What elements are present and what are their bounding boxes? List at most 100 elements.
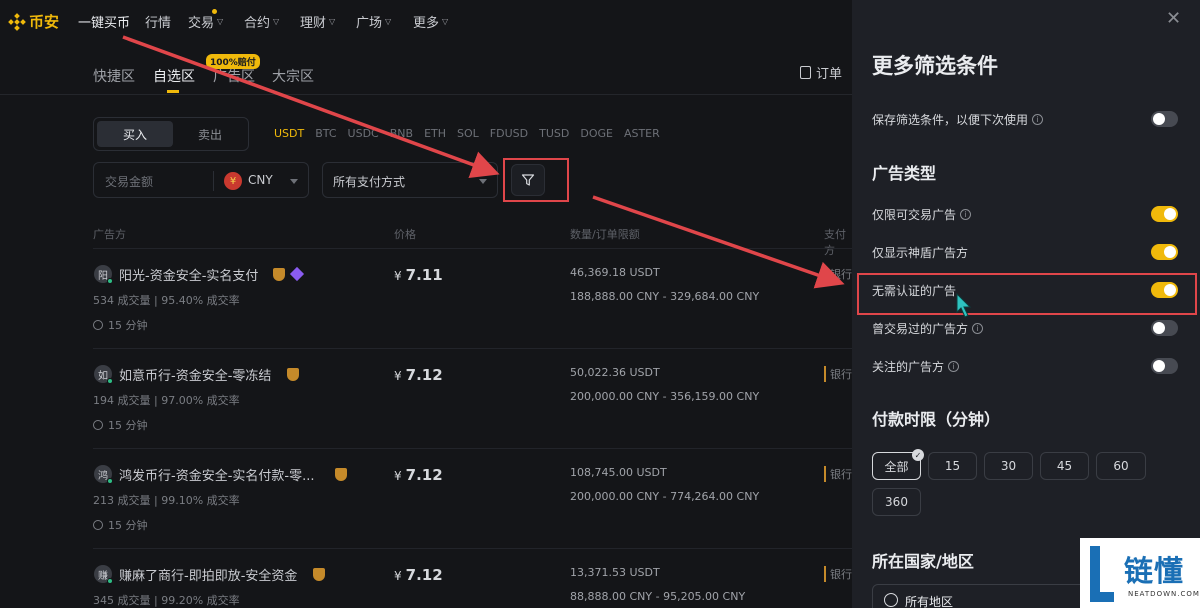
save-filter-toggle[interactable]	[1151, 111, 1178, 127]
avatar[interactable]: 如	[94, 365, 113, 384]
ad-type-heading: 广告类型	[872, 164, 937, 183]
payment-time-chip-all[interactable]: 全部 ✓	[872, 449, 924, 480]
advertiser-name[interactable]: 阳光-资金安全-实名支付	[119, 265, 258, 284]
tab-ads[interactable]: 广告区	[213, 66, 255, 86]
avatar[interactable]: 鸿	[94, 465, 113, 484]
price-value: 7.11	[405, 266, 443, 284]
amount-input[interactable]: 交易金额 ¥ CNY	[93, 162, 309, 198]
payment-time-chip-15[interactable]: 15	[928, 452, 977, 480]
tab-block[interactable]: 大宗区	[272, 66, 314, 86]
chevron-down-icon: ▽	[273, 17, 280, 26]
coin-aster[interactable]: ASTER	[624, 127, 660, 140]
payment-time-chip-360[interactable]: 360	[872, 488, 921, 516]
column-header-quantity: 数量/订单限额	[570, 228, 640, 241]
payment-time-chip-30[interactable]: 30	[984, 452, 1033, 480]
payment-method-value: 所有支付方式	[333, 175, 406, 189]
currency-symbol: ¥	[394, 569, 402, 583]
coin-eth[interactable]: ETH	[424, 127, 446, 140]
payment-method-tag: 银行	[824, 266, 852, 282]
info-icon[interactable]: i	[948, 361, 960, 372]
avatar[interactable]: 赚	[94, 565, 113, 584]
tab-p2p[interactable]: 自选区	[153, 66, 195, 86]
nav-item-more[interactable]: 更多 ▽	[413, 12, 448, 31]
advertiser-name[interactable]: 赚麻了商行-即拍即放-安全资金	[119, 565, 297, 584]
chevron-down-icon: ▽	[442, 17, 449, 26]
trade-count: 194 成交量	[93, 394, 151, 407]
column-header-payment: 支付方	[824, 228, 846, 257]
nav-item-earn[interactable]: 理财 ▽	[300, 12, 335, 31]
brand-name: 币安	[29, 13, 60, 31]
nav-item-buy-crypto[interactable]: 一键买币	[78, 12, 130, 31]
nav-item-square[interactable]: 广场 ▽	[356, 12, 391, 31]
clock-icon	[93, 320, 103, 330]
nav-item-trade[interactable]: 交易 ▽	[188, 12, 223, 31]
ad-limit: 188,888.00 CNY - 329,684.00 CNY	[570, 290, 760, 303]
amount-placeholder: 交易金额	[105, 175, 154, 189]
annotation-highlight-box	[503, 158, 569, 202]
ad-price: ¥7.12	[394, 566, 443, 584]
chevron-down-icon: ▽	[385, 17, 392, 26]
info-icon[interactable]: i	[1032, 114, 1044, 125]
region-select[interactable]: 所有地区	[872, 584, 1102, 608]
payment-method-select[interactable]: 所有支付方式	[322, 162, 498, 198]
coin-usdt[interactable]: USDT	[274, 127, 304, 140]
buy-button[interactable]: 买入	[97, 121, 173, 147]
trade-count: 345 成交量	[93, 594, 151, 607]
trade-count: 534 成交量	[93, 294, 151, 307]
toggle-followed[interactable]	[1151, 358, 1178, 374]
payment-time-heading: 付款时限（分钟）	[872, 410, 1001, 429]
region-value: 所有地区	[905, 595, 954, 608]
coin-fdusd[interactable]: FDUSD	[490, 127, 528, 140]
price-value: 7.12	[405, 366, 443, 384]
toggle-shield-only[interactable]	[1151, 244, 1178, 260]
payment-time: 15 分钟	[93, 417, 148, 433]
toggle-traded-before[interactable]	[1151, 320, 1178, 336]
payment-time-chip-60[interactable]: 60	[1096, 452, 1146, 480]
ad-quantity: 108,745.00 USDT	[570, 466, 667, 479]
ad-quantity: 50,022.36 USDT	[570, 366, 660, 379]
avatar[interactable]: 阳	[94, 265, 113, 284]
brand-logo[interactable]: 币安	[8, 11, 59, 32]
coin-btc[interactable]: BTC	[315, 127, 336, 140]
nav-label: 理财	[300, 16, 327, 31]
binance-logo-icon	[8, 12, 26, 31]
completion-rate: 99.10% 成交率	[161, 494, 240, 507]
toggle-tradable-only[interactable]	[1151, 206, 1178, 222]
coin-usdc[interactable]: USDC	[348, 127, 379, 140]
nav-item-futures[interactable]: 合约 ▽	[244, 12, 279, 31]
info-icon[interactable]: i	[972, 323, 984, 334]
buy-sell-toggle: 买入 卖出	[93, 117, 249, 151]
coin-doge[interactable]: DOGE	[580, 127, 613, 140]
payment-time: 15 分钟	[93, 317, 148, 333]
coin-tusd[interactable]: TUSD	[539, 127, 569, 140]
payment-method-tag: 银行	[824, 366, 852, 382]
toggle-knob	[1164, 246, 1176, 258]
advertiser-name[interactable]: 鸿发币行-资金安全-实名付款-零...	[119, 465, 314, 484]
chevron-down-icon: ▽	[329, 17, 336, 26]
tab-express[interactable]: 快捷区	[93, 66, 135, 86]
advertiser-stats: 194 成交量 | 97.00% 成交率	[93, 394, 240, 407]
column-header-price: 价格	[394, 228, 416, 241]
advertiser-name[interactable]: 如意币行-资金安全-零冻结	[119, 365, 271, 384]
coin-bnb[interactable]: BNB	[390, 127, 413, 140]
watermark-logo: 链懂 NEATDOWN.COM	[1080, 538, 1200, 608]
online-status-icon	[107, 278, 113, 284]
toggle-knob	[1164, 208, 1176, 220]
coin-selector: USDT BTC USDC BNB ETH SOL FDUSD TUSD DOG…	[274, 127, 671, 140]
currency-select[interactable]: CNY	[248, 173, 273, 187]
active-tab-indicator	[167, 90, 179, 93]
completion-rate: 95.40% 成交率	[161, 294, 240, 307]
payment-method-tag: 银行	[824, 466, 852, 482]
nav-item-markets[interactable]: 行情	[145, 12, 171, 31]
clock-icon	[93, 420, 103, 430]
coin-sol[interactable]: SOL	[457, 127, 479, 140]
option-tradable-only: 仅限可交易广告 i	[872, 206, 972, 223]
info-icon[interactable]: i	[960, 209, 972, 220]
payment-time-chip-45[interactable]: 45	[1040, 452, 1089, 480]
caret-down-icon	[479, 179, 487, 184]
close-icon[interactable]: ✕	[1166, 8, 1181, 29]
sell-button[interactable]: 卖出	[174, 121, 246, 147]
ad-price: ¥7.12	[394, 466, 443, 484]
orders-link[interactable]: 订单	[800, 63, 842, 82]
clock-icon	[93, 520, 103, 530]
